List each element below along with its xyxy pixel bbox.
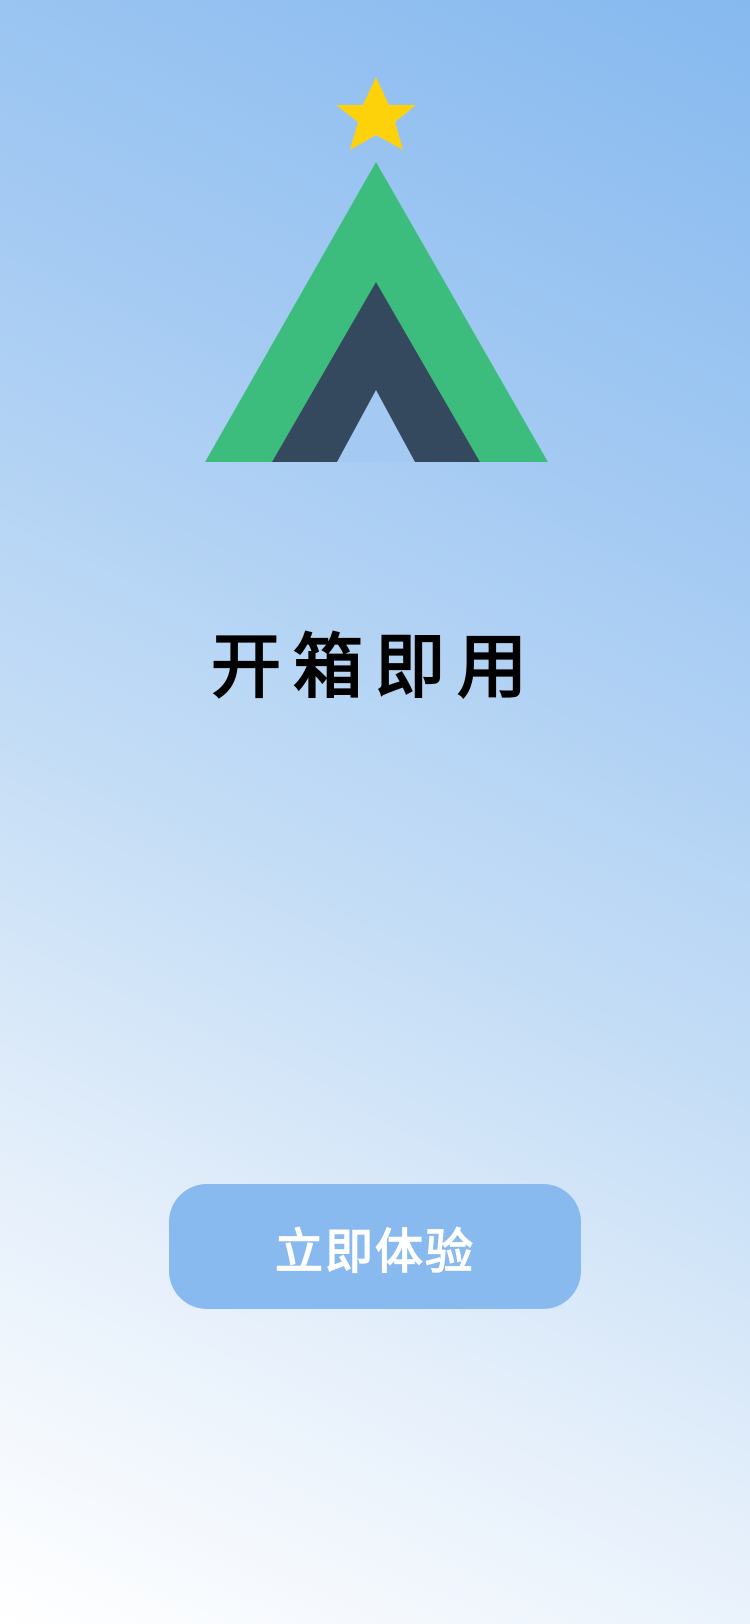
- try-now-button[interactable]: 立即体验: [169, 1184, 581, 1309]
- headline: 开箱即用: [211, 626, 539, 708]
- tree-star-logo-icon: [200, 75, 550, 465]
- star-icon: [336, 77, 416, 150]
